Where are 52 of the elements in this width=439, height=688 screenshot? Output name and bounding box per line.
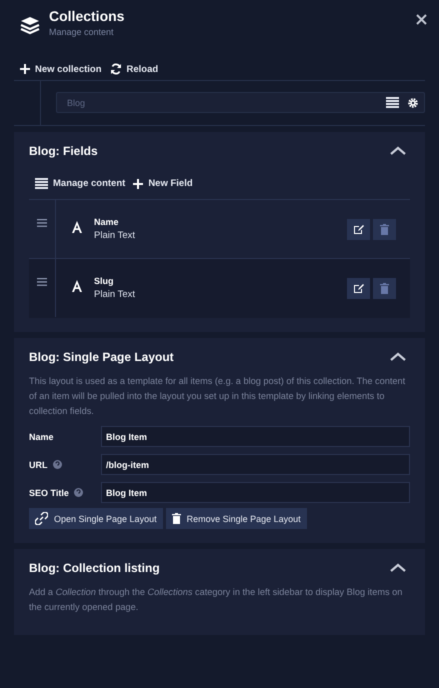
delete-button[interactable] — [373, 218, 396, 240]
form-label: SEO Title — [29, 488, 69, 498]
text-type-icon — [70, 220, 84, 234]
edit-icon — [353, 224, 364, 234]
trash-icon — [380, 224, 389, 234]
drag-handle-icon — [37, 278, 47, 286]
new-collection-button[interactable]: New collection — [20, 64, 102, 74]
collection-field[interactable]: Blog — [56, 92, 425, 113]
collapse-button[interactable] — [390, 146, 406, 156]
plus-icon — [133, 178, 144, 188]
edit-icon — [353, 282, 364, 294]
remove-layout-button[interactable]: Remove Single Page Layout — [166, 508, 307, 529]
layers-icon — [20, 16, 40, 36]
listing-description: Add a Collection through the Collections category in the left sidebar to display Blog items on the currently opened page. — [29, 586, 404, 614]
manage-content-button[interactable]: Manage content — [35, 178, 126, 189]
help-icon — [74, 488, 83, 497]
open-layout-button[interactable]: Open Single Page Layout — [29, 508, 163, 529]
form-label: Name — [29, 432, 54, 442]
panel-subtitle: Manage content — [49, 27, 115, 37]
delete-button[interactable] — [373, 278, 396, 298]
field-name: Name — [94, 217, 120, 227]
reload-icon — [110, 63, 122, 75]
collapse-button[interactable] — [390, 563, 406, 573]
field-type: Plain Text — [94, 230, 136, 241]
field-type: Plain Text — [94, 289, 136, 300]
new-field-button[interactable]: New Field — [133, 178, 193, 189]
text-field[interactable]: Blog Item — [101, 482, 410, 503]
link-icon — [35, 512, 48, 525]
close-button[interactable] — [416, 14, 427, 25]
list-icon — [35, 178, 48, 189]
text-type-icon — [70, 278, 84, 292]
edit-button[interactable] — [347, 278, 370, 298]
drag-handle-icon — [37, 219, 47, 227]
plus-icon — [20, 64, 30, 74]
edit-button[interactable] — [347, 218, 370, 240]
form-label: URL — [29, 460, 48, 470]
panel-title: Collections — [49, 8, 124, 24]
section-title: Blog: Single Page Layout — [29, 350, 174, 364]
section-title: Blog: Collection listing — [29, 561, 160, 575]
section-title: Blog: Fields — [29, 144, 98, 158]
settings-icon — [408, 98, 418, 108]
collection-field[interactable]: Blog — [65, 96, 377, 108]
trash-icon — [172, 513, 181, 524]
text-field[interactable]: Blog Item — [101, 426, 410, 447]
help-icon — [52, 460, 62, 469]
collapse-button[interactable] — [390, 352, 406, 362]
list-icon — [386, 97, 399, 108]
text-field[interactable]: /blog-item — [101, 454, 410, 475]
reload-button[interactable]: Reload — [110, 63, 158, 75]
field-name: Slug — [94, 276, 114, 286]
trash-icon — [380, 282, 389, 294]
layout-description: This layout is used as a template for all items (e.g. a blog post) of this collection. The content of an item will be pulled into the layout you set up in this template by linking elements to collection fields. — [29, 375, 406, 418]
